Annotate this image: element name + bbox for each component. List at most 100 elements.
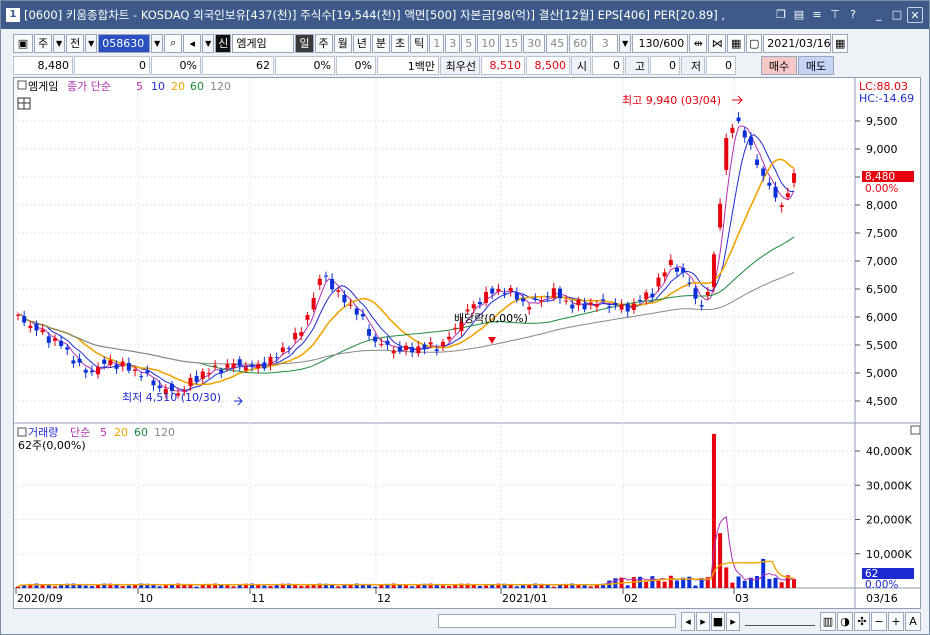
- volume-axis: 40,000K 30,000K 20,000K 10,000K: [855, 445, 912, 561]
- help-icon[interactable]: ?: [845, 7, 861, 23]
- indicator-icon[interactable]: ◑: [837, 611, 853, 631]
- candle-body: [145, 370, 150, 374]
- toolbar: ▣ 주 ▼ 전 ▼ 058630 ▼ ⌕ ◂ ▼ 신 엠게임 일 주 월 년 분…: [1, 32, 929, 54]
- stock-code-input[interactable]: 058630: [98, 33, 151, 53]
- volume-legend-toggle-icon[interactable]: [17, 427, 27, 437]
- speaker-icon[interactable]: ◂: [183, 33, 202, 53]
- menu-icon[interactable]: ≡: [809, 7, 825, 23]
- restore-icon[interactable]: ❐: [773, 7, 789, 23]
- date-input[interactable]: 2021/03/16: [763, 33, 832, 53]
- candlesticks: [16, 111, 796, 399]
- maximize-icon[interactable]: □: [889, 7, 905, 23]
- layout-icon[interactable]: ▤: [791, 7, 807, 23]
- period-tick[interactable]: 틱: [410, 33, 429, 53]
- close-icon[interactable]: ✕: [907, 7, 923, 23]
- candle-body: [262, 362, 267, 369]
- data-count-input[interactable]: 130/600: [632, 33, 689, 53]
- chart-window: 1 [0600] 키움종합차트 - KOSDAQ 외국인보유[437(천)] 주…: [0, 0, 930, 635]
- interval-input[interactable]: 3: [592, 33, 619, 53]
- minute-15[interactable]: 15: [500, 33, 523, 53]
- volume-bar: [521, 585, 526, 588]
- volume-pct: 0%: [275, 56, 335, 75]
- quote-bar: 8,480 0 0% 62 0% 0% 1백만 최우선 8,510 8,500 …: [1, 56, 929, 75]
- volume-bar: [724, 567, 729, 588]
- candle-body: [785, 193, 790, 198]
- scroll-right-icon[interactable]: ▸: [726, 611, 740, 631]
- minimize-icon[interactable]: _: [871, 7, 887, 23]
- text-tool-icon[interactable]: A: [905, 611, 921, 631]
- volume-bar: [545, 585, 550, 588]
- navigation-bar: ◂ ▸ ■ ▸ ▥ ◑ ✣ − + A: [13, 610, 921, 632]
- market-filter-select[interactable]: 전: [66, 33, 85, 53]
- stop-icon[interactable]: ■: [711, 611, 725, 631]
- market-type-select[interactable]: 주: [34, 33, 53, 53]
- chart-area[interactable]: 엠게임 종가 단순 5 10 20 60 120 LC:88.03 HC:-14…: [13, 77, 921, 609]
- chevron-down-icon[interactable]: ▼: [202, 33, 215, 53]
- candle-body: [28, 325, 33, 329]
- scroll-left-icon[interactable]: ◂: [681, 611, 695, 631]
- candle-body: [219, 369, 224, 373]
- candle-body: [779, 205, 784, 208]
- horizontal-scrollbar[interactable]: [438, 614, 676, 628]
- stock-name: 엠게임: [232, 33, 295, 53]
- period-year[interactable]: 년: [352, 33, 371, 53]
- candle-body: [46, 336, 51, 343]
- tool-icon[interactable]: ⋈: [708, 33, 727, 53]
- period-minute[interactable]: 분: [371, 33, 390, 53]
- period-day[interactable]: 일: [295, 33, 314, 53]
- date-tick-label: 2020/09: [17, 592, 63, 605]
- zoom-out-icon[interactable]: −: [871, 611, 887, 631]
- candle-body: [533, 298, 538, 300]
- buy-button[interactable]: 매수: [761, 56, 797, 75]
- chart-canvas[interactable]: 엠게임 종가 단순 5 10 20 60 120 LC:88.03 HC:-14…: [14, 78, 921, 608]
- candle-body: [674, 267, 679, 272]
- minute-5[interactable]: 5: [461, 33, 477, 53]
- lock-icon[interactable]: ▢: [746, 33, 763, 53]
- candle-body: [102, 359, 107, 364]
- volume-bar: [157, 586, 162, 588]
- minute-1[interactable]: 1: [429, 33, 445, 53]
- volume-bar: [693, 585, 698, 588]
- minute-60[interactable]: 60: [569, 33, 592, 53]
- volume-bar: [644, 581, 649, 588]
- chevron-down-icon[interactable]: ▼: [85, 33, 98, 53]
- minute-10[interactable]: 10: [477, 33, 500, 53]
- compress-icon[interactable]: ⇹: [689, 33, 708, 53]
- chevron-down-icon[interactable]: ▼: [619, 33, 632, 53]
- volume-panel-toggle-icon[interactable]: [910, 425, 921, 435]
- period-week[interactable]: 주: [314, 33, 333, 53]
- period-month[interactable]: 월: [333, 33, 352, 53]
- period-second[interactable]: 초: [391, 33, 410, 53]
- volume-bar: [656, 580, 661, 588]
- search-icon[interactable]: ⌕: [164, 33, 183, 53]
- zoom-in-icon[interactable]: +: [888, 611, 904, 631]
- save-icon[interactable]: ▦: [727, 33, 746, 53]
- volume-bar: [194, 586, 199, 588]
- open-label: 시: [571, 56, 591, 75]
- calendar-icon[interactable]: ▦: [832, 33, 849, 53]
- candle-body: [687, 282, 692, 284]
- candle-body: [705, 291, 710, 296]
- volume-bar: [477, 585, 482, 588]
- zoom-slider[interactable]: [745, 616, 815, 626]
- pin-icon[interactable]: ⊤: [827, 7, 843, 23]
- title-bar: 1 [0600] 키움종합차트 - KOSDAQ 외국인보유[437(천)] 주…: [1, 1, 929, 29]
- minute-30[interactable]: 30: [523, 33, 546, 53]
- sell-button[interactable]: 매도: [798, 56, 834, 75]
- chevron-down-icon[interactable]: ▼: [151, 33, 164, 53]
- chart-config-icon[interactable]: ▣: [13, 33, 33, 53]
- chevron-down-icon[interactable]: ▼: [53, 33, 66, 53]
- minute-3[interactable]: 3: [445, 33, 461, 53]
- candle-body: [773, 186, 778, 198]
- last-price-pct: 0.00%: [865, 183, 898, 195]
- legend-toggle-icon[interactable]: [17, 80, 27, 90]
- play-icon[interactable]: ▸: [696, 611, 710, 631]
- vol-legend-ma20: 20: [114, 426, 128, 439]
- vol-legend-ma5: 5: [100, 426, 107, 439]
- price-legend-name: 엠게임: [28, 80, 58, 93]
- minute-45[interactable]: 45: [546, 33, 569, 53]
- chart-tool-icon[interactable]: ▥: [820, 611, 836, 631]
- crosshair-icon[interactable]: ✣: [854, 611, 870, 631]
- candle-body: [496, 288, 501, 292]
- candle-body: [268, 356, 273, 366]
